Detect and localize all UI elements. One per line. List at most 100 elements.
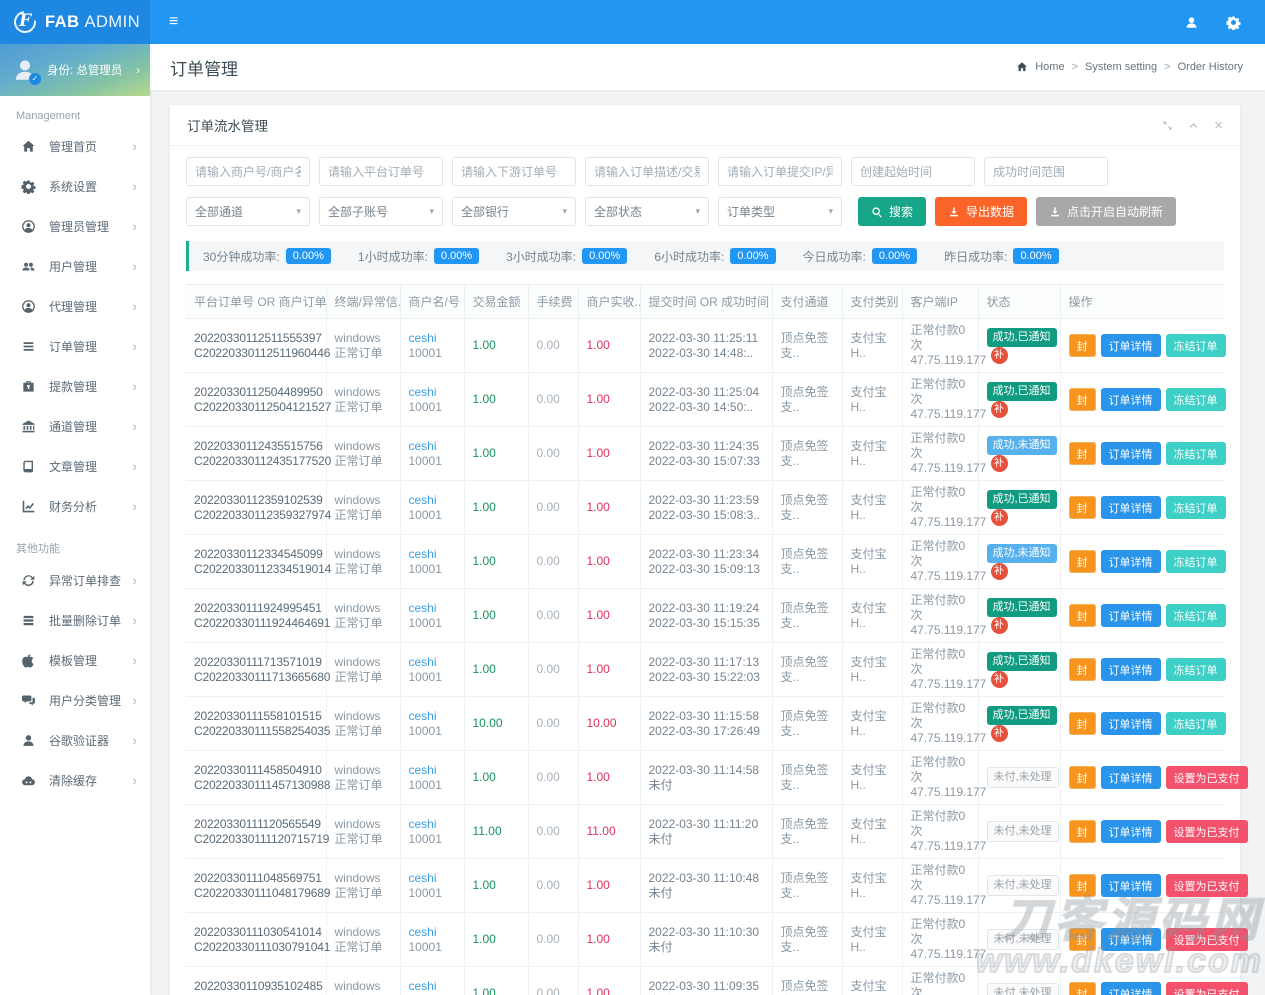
order-action3-button[interactable]: 设置为已支付: [1166, 766, 1248, 789]
seal-button[interactable]: 封: [1069, 442, 1096, 465]
merchant-name-link[interactable]: ceshi: [409, 871, 437, 885]
order-action3-button[interactable]: 设置为已支付: [1166, 982, 1248, 995]
order-detail-button[interactable]: 订单详情: [1101, 388, 1161, 411]
order-detail-button[interactable]: 订单详情: [1101, 550, 1161, 573]
order-detail-button[interactable]: 订单详情: [1101, 820, 1161, 843]
merchant-name-link[interactable]: ceshi: [409, 385, 437, 399]
order-type-select[interactable]: 订单类型▾: [718, 197, 842, 226]
order-detail-button[interactable]: 订单详情: [1101, 658, 1161, 681]
close-icon[interactable]: ×: [1214, 120, 1223, 131]
channel-select[interactable]: 全部通道▾: [186, 197, 310, 226]
sidebar-item[interactable]: 清除缓存 ›: [0, 760, 150, 800]
repair-badge[interactable]: 补: [991, 617, 1008, 634]
search-button[interactable]: 搜索: [858, 197, 926, 226]
platform-order-input[interactable]: [319, 157, 443, 186]
create-time-input[interactable]: [851, 157, 975, 186]
seal-button[interactable]: 封: [1069, 496, 1096, 519]
seal-button[interactable]: 封: [1069, 928, 1096, 951]
sidebar-item[interactable]: 用户分类管理 ›: [0, 680, 150, 720]
sidebar-item[interactable]: 通道管理 ›: [0, 406, 150, 446]
collapse-icon[interactable]: [1188, 120, 1199, 131]
order-action3-button[interactable]: 冻结订单: [1166, 604, 1226, 627]
success-time-input[interactable]: [984, 157, 1108, 186]
sidebar-item[interactable]: 模板管理 ›: [0, 640, 150, 680]
merchant-name-link[interactable]: ceshi: [409, 493, 437, 507]
sidebar-item[interactable]: 财务分析 ›: [0, 486, 150, 526]
repair-badge[interactable]: 补: [991, 455, 1008, 472]
order-action3-button[interactable]: 冻结订单: [1166, 496, 1226, 519]
seal-button[interactable]: 封: [1069, 550, 1096, 573]
sidebar-item[interactable]: 异常订单排查 ›: [0, 560, 150, 600]
order-detail-button[interactable]: 订单详情: [1101, 928, 1161, 951]
merchant-name-link[interactable]: ceshi: [409, 439, 437, 453]
seal-button[interactable]: 封: [1069, 982, 1096, 995]
expand-icon[interactable]: [1162, 120, 1173, 131]
merchant-name-link[interactable]: ceshi: [409, 817, 437, 831]
sidebar-item[interactable]: 代理管理 ›: [0, 286, 150, 326]
gear-icon[interactable]: [1226, 15, 1241, 30]
breadcrumb-home[interactable]: Home: [1035, 61, 1064, 73]
order-action3-button[interactable]: 设置为已支付: [1166, 820, 1248, 843]
order-detail-button[interactable]: 订单详情: [1101, 496, 1161, 519]
merchant-name-link[interactable]: ceshi: [409, 547, 437, 561]
user-icon[interactable]: [1184, 15, 1199, 30]
auto-refresh-button[interactable]: 点击开启自动刷新: [1036, 197, 1176, 226]
sidebar-item[interactable]: 谷歌验证器 ›: [0, 720, 150, 760]
export-data-button[interactable]: 导出数据: [935, 197, 1027, 226]
merchant-name-link[interactable]: ceshi: [409, 925, 437, 939]
repair-badge[interactable]: 补: [991, 725, 1008, 742]
order-detail-button[interactable]: 订单详情: [1101, 982, 1161, 995]
app-logo[interactable]: F FAB ADMIN: [0, 0, 150, 44]
order-action3-button[interactable]: 冻结订单: [1166, 388, 1226, 411]
merchant-name-link[interactable]: ceshi: [409, 331, 437, 345]
breadcrumb-system-setting[interactable]: System setting: [1085, 61, 1157, 73]
order-detail-button[interactable]: 订单详情: [1101, 712, 1161, 735]
order-action3-button[interactable]: 冻结订单: [1166, 550, 1226, 573]
merchant-name-link[interactable]: ceshi: [409, 979, 437, 993]
merchant-name-link[interactable]: ceshi: [409, 655, 437, 669]
sidebar-item[interactable]: 提款管理 ›: [0, 366, 150, 406]
order-detail-button[interactable]: 订单详情: [1101, 334, 1161, 357]
repair-badge[interactable]: 补: [991, 563, 1008, 580]
sidebar-item[interactable]: 用户管理 ›: [0, 246, 150, 286]
seal-button[interactable]: 封: [1069, 874, 1096, 897]
repair-badge[interactable]: 补: [991, 509, 1008, 526]
repair-badge[interactable]: 补: [991, 671, 1008, 688]
sidebar-item[interactable]: 管理首页 ›: [0, 126, 150, 166]
sidebar-user-panel[interactable]: ✓ 身份: 总管理员 ›: [0, 44, 150, 96]
seal-button[interactable]: 封: [1069, 604, 1096, 627]
seal-button[interactable]: 封: [1069, 766, 1096, 789]
order-action3-button[interactable]: 冻结订单: [1166, 334, 1226, 357]
order-detail-button[interactable]: 订单详情: [1101, 766, 1161, 789]
order-action3-button[interactable]: 冻结订单: [1166, 442, 1226, 465]
order-detail-button[interactable]: 订单详情: [1101, 874, 1161, 897]
sidebar-item[interactable]: 批量删除订单 ›: [0, 600, 150, 640]
order-action3-button[interactable]: 冻结订单: [1166, 712, 1226, 735]
repair-badge[interactable]: 补: [991, 401, 1008, 418]
seal-button[interactable]: 封: [1069, 658, 1096, 681]
sidebar-item[interactable]: 系统设置 ›: [0, 166, 150, 206]
seal-button[interactable]: 封: [1069, 820, 1096, 843]
merchant-search-input[interactable]: [186, 157, 310, 186]
order-action3-button[interactable]: 冻结订单: [1166, 658, 1226, 681]
downstream-order-input[interactable]: [452, 157, 576, 186]
sidebar-item[interactable]: 管理员管理 ›: [0, 206, 150, 246]
seal-button[interactable]: 封: [1069, 334, 1096, 357]
sidebar-item[interactable]: 文章管理 ›: [0, 446, 150, 486]
menu-icon[interactable]: ≡: [169, 13, 178, 31]
merchant-name-link[interactable]: ceshi: [409, 601, 437, 615]
seal-button[interactable]: 封: [1069, 388, 1096, 411]
order-detail-button[interactable]: 订单详情: [1101, 604, 1161, 627]
merchant-name-link[interactable]: ceshi: [409, 709, 437, 723]
sidebar-item[interactable]: 订单管理 ›: [0, 326, 150, 366]
seal-button[interactable]: 封: [1069, 712, 1096, 735]
status-select[interactable]: 全部状态▾: [585, 197, 709, 226]
submit-ip-input[interactable]: [718, 157, 842, 186]
sub-account-select[interactable]: 全部子账号▾: [319, 197, 443, 226]
bank-select[interactable]: 全部银行▾: [452, 197, 576, 226]
order-desc-input[interactable]: [585, 157, 709, 186]
order-detail-button[interactable]: 订单详情: [1101, 442, 1161, 465]
merchant-name-link[interactable]: ceshi: [409, 763, 437, 777]
order-action3-button[interactable]: 设置为已支付: [1166, 928, 1248, 951]
order-action3-button[interactable]: 设置为已支付: [1166, 874, 1248, 897]
